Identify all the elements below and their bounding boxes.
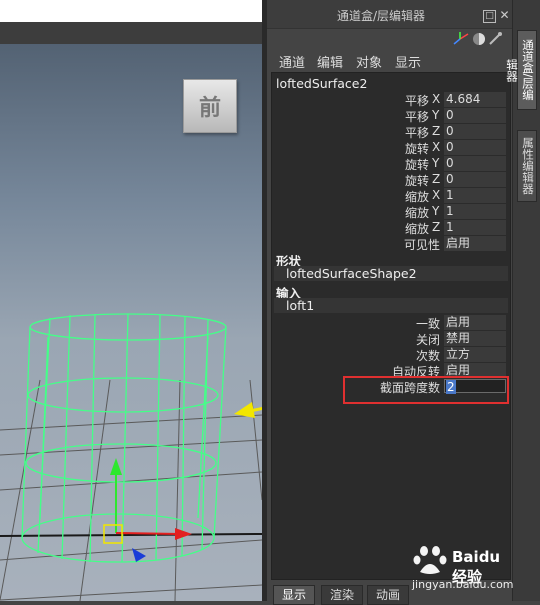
attr-label[interactable]: 缩放 — [332, 204, 429, 221]
channel-box-panel: 通道盒/层编辑器 □ ✕ 通道 编辑 对象 显示 loftedSurface2 … — [267, 0, 512, 605]
tab-display[interactable]: 显示 — [273, 585, 316, 605]
panel-icon-row — [452, 30, 512, 48]
node-name[interactable]: loftedSurface2 — [276, 76, 367, 91]
attr-value-field[interactable]: 0 — [444, 108, 506, 123]
loft-attr-value-field[interactable]: 禁用 — [444, 331, 506, 346]
panel-title: 通道盒/层编辑器 — [337, 9, 426, 23]
attr-label[interactable]: 旋转 — [332, 172, 429, 189]
attr-value-field[interactable]: 0 — [444, 156, 506, 171]
paw-logo-icon — [413, 546, 447, 574]
attr-axis: Z — [432, 220, 441, 234]
3d-viewport[interactable]: 前 — [0, 0, 262, 601]
panel-menubar: 通道 编辑 对象 显示 — [267, 50, 512, 71]
annotation-arrow — [234, 402, 262, 418]
highlight-box — [343, 376, 509, 404]
attr-value-field[interactable]: 1 — [444, 220, 506, 235]
loft-attr-label[interactable]: 次数 — [332, 347, 440, 364]
loft-attr-value-field[interactable]: 启用 — [444, 315, 506, 330]
attr-label[interactable]: 旋转 — [332, 156, 429, 173]
side-tab-channel-box[interactable]: 通道盒/层编辑器 — [505, 30, 537, 110]
attr-axis: Y — [432, 204, 440, 218]
attr-label[interactable]: 旋转 — [332, 140, 429, 157]
side-tab-bar: 通道盒/层编辑器 属性编辑器 — [505, 0, 540, 601]
close-icon[interactable]: ✕ — [498, 8, 511, 22]
view-cube-label: 前 — [198, 96, 221, 121]
shading-sphere-icon[interactable] — [473, 33, 485, 45]
panel-titlebar: 通道盒/层编辑器 □ ✕ — [267, 0, 512, 29]
attr-axis: Y — [432, 108, 440, 122]
side-tab-attribute-editor[interactable]: 属性编辑器 — [517, 130, 537, 202]
attr-axis: X — [432, 188, 441, 202]
attr-value-field[interactable]: 1 — [444, 204, 506, 219]
float-window-icon[interactable]: □ — [483, 10, 496, 23]
attr-value-field[interactable]: 启用 — [444, 236, 506, 251]
attr-label[interactable]: 可见性 — [332, 236, 440, 253]
loft-attr-label[interactable]: 关闭 — [332, 331, 440, 348]
attr-value-field[interactable]: 0 — [444, 140, 506, 155]
shape-name[interactable]: loftedSurfaceShape2 — [286, 266, 417, 281]
attr-label[interactable]: 平移 — [332, 108, 429, 125]
attr-axis: X — [432, 140, 441, 154]
attr-value-field[interactable]: 4.684 — [444, 92, 506, 107]
attr-value-field[interactable]: 1 — [444, 188, 506, 203]
channel-box-content: loftedSurface2 平移 X 4.684 平移 Y 0 平移 Z 0 旋转 X 0 旋转 Y 0 旋… — [271, 72, 511, 580]
menu-channels[interactable]: 通道 — [279, 52, 305, 71]
attr-label[interactable]: 缩放 — [332, 220, 429, 237]
view-cube[interactable]: 前 — [183, 79, 237, 133]
attr-axis: Y — [432, 156, 440, 170]
menu-show[interactable]: 显示 — [395, 52, 421, 71]
attr-label[interactable]: 平移 — [332, 92, 429, 109]
attr-label[interactable]: 平移 — [332, 124, 429, 141]
watermark-url: jingyan.baidu.com — [412, 578, 514, 591]
menu-edit[interactable]: 编辑 — [317, 52, 343, 71]
axis-icon[interactable] — [453, 32, 469, 45]
pin-icon[interactable] — [489, 32, 502, 45]
loft-attr-label[interactable]: 一致 — [332, 315, 440, 332]
loft-attr-value-field[interactable]: 立方 — [444, 347, 506, 362]
attr-axis: Z — [432, 172, 441, 186]
attr-axis: Z — [432, 124, 441, 138]
grid-floor — [0, 379, 262, 601]
menu-object[interactable]: 对象 — [356, 52, 382, 71]
lofted-surface-wireframe[interactable] — [21, 313, 227, 563]
tab-render[interactable]: 渲染 — [321, 585, 364, 605]
tab-animation[interactable]: 动画 — [367, 585, 410, 605]
attr-axis: X — [432, 92, 441, 106]
baidu-watermark: Baidu经验 jingyan.baidu.com — [410, 540, 514, 594]
attr-value-field[interactable]: 0 — [444, 124, 506, 139]
attr-label[interactable]: 缩放 — [332, 188, 429, 205]
attr-value-field[interactable]: 0 — [444, 172, 506, 187]
input-name[interactable]: loft1 — [286, 298, 314, 313]
